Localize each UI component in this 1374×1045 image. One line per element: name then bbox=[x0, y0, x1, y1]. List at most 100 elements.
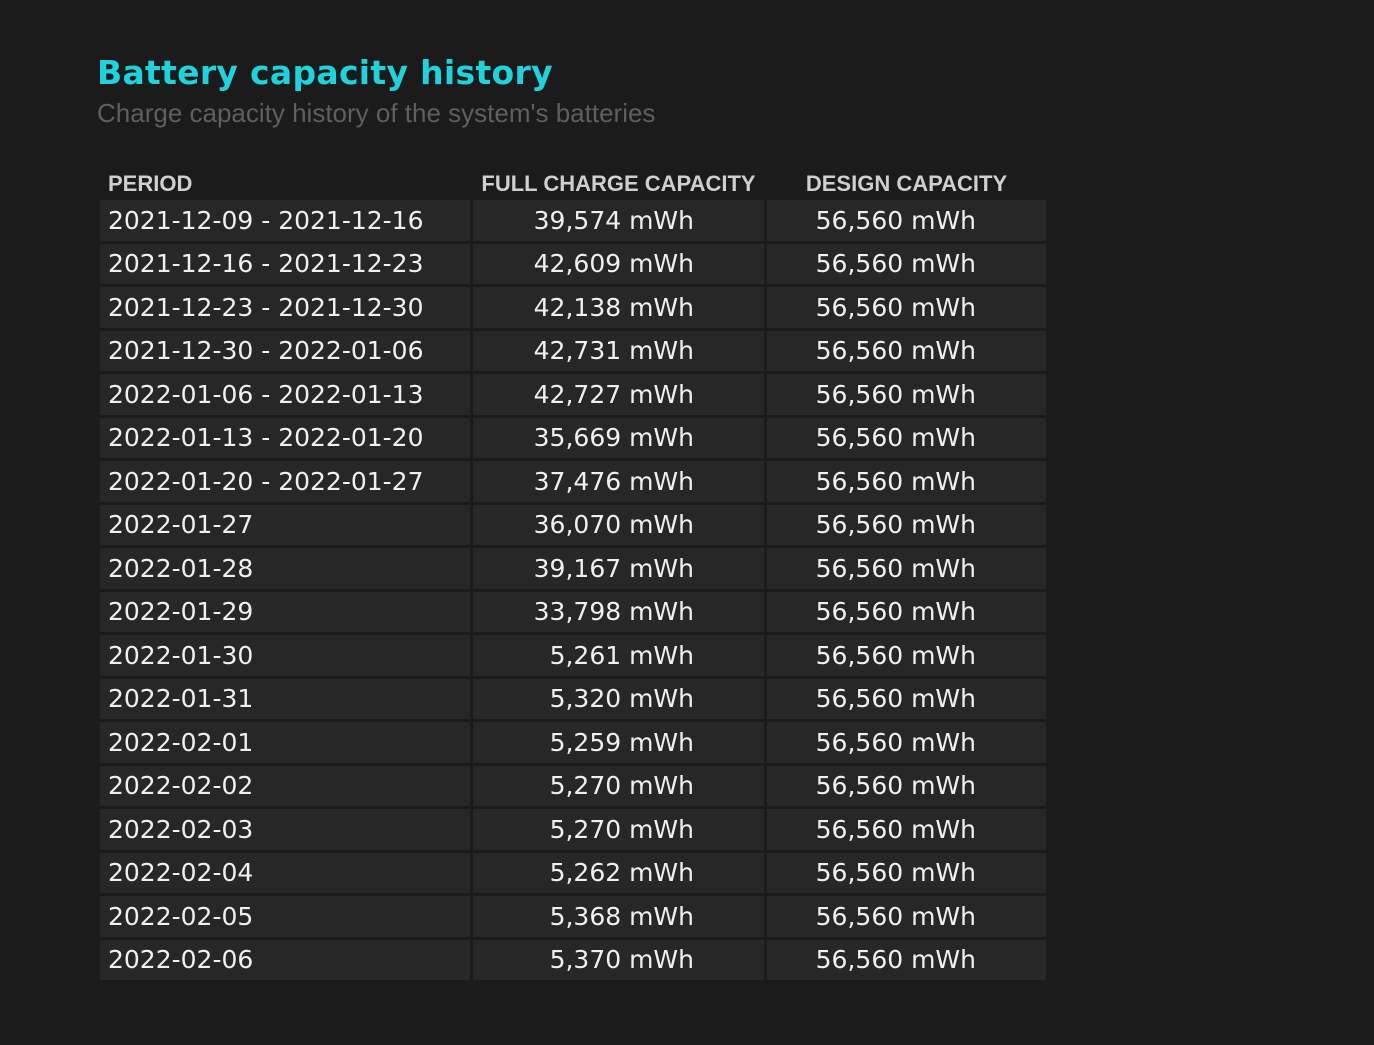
capacity-history-table: PERIOD FULL CHARGE CAPACITY DESIGN CAPAC… bbox=[97, 167, 1049, 983]
table-row: 2021-12-23 - 2021-12-30 42,138 mWh 56,560 … bbox=[100, 287, 1046, 328]
battery-report-section: Battery capacity history Charge capacity… bbox=[97, 50, 1057, 980]
cell-period: 2022-01-29 bbox=[100, 591, 470, 632]
full-charge-capacity-value: 5,270 mWh bbox=[549, 771, 694, 801]
cell-design-capacity: 56,560 mWh bbox=[767, 939, 1046, 980]
cell-period: 2022-02-02 bbox=[100, 765, 470, 806]
table-row: 2022-02-06 5,370 mWh 56,560 mWh bbox=[100, 939, 1046, 980]
design-capacity-value: 56,560 mWh bbox=[815, 336, 976, 366]
design-capacity-value: 56,560 mWh bbox=[815, 684, 976, 714]
design-capacity-value: 56,560 mWh bbox=[815, 510, 976, 540]
cell-full-charge-capacity: 39,574 mWh bbox=[473, 200, 764, 241]
full-charge-capacity-value: 39,574 mWh bbox=[533, 205, 694, 235]
cell-full-charge-capacity: 39,167 mWh bbox=[473, 548, 764, 589]
cell-full-charge-capacity: 5,270 mWh bbox=[473, 809, 764, 850]
full-charge-capacity-value: 42,727 mWh bbox=[533, 379, 694, 409]
column-header-full-charge-capacity: FULL CHARGE CAPACITY bbox=[481, 171, 756, 196]
table-row: 2022-01-29 33,798 mWh 56,560 mWh bbox=[100, 591, 1046, 632]
cell-design-capacity: 56,560 mWh bbox=[767, 809, 1046, 850]
column-header-design-capacity: DESIGN CAPACITY bbox=[805, 171, 1008, 196]
section-subtitle: Charge capacity history of the system's … bbox=[97, 98, 656, 128]
table-row: 2021-12-30 - 2022-01-06 42,731 mWh 56,560 … bbox=[100, 330, 1046, 371]
cell-design-capacity: 56,560 mWh bbox=[767, 765, 1046, 806]
cell-full-charge-capacity: 5,261 mWh bbox=[473, 635, 764, 676]
cell-period: 2022-01-31 bbox=[100, 678, 470, 719]
table-row: 2022-01-20 - 2022-01-27 37,476 mWh 56,560 … bbox=[100, 461, 1046, 502]
cell-period: 2022-01-28 bbox=[100, 548, 470, 589]
full-charge-capacity-value: 5,370 mWh bbox=[549, 945, 694, 975]
cell-full-charge-capacity: 5,320 mWh bbox=[473, 678, 764, 719]
cell-full-charge-capacity: 42,731 mWh bbox=[473, 330, 764, 371]
full-charge-capacity-value: 35,669 mWh bbox=[533, 423, 694, 453]
cell-full-charge-capacity: 42,138 mWh bbox=[473, 287, 764, 328]
cell-full-charge-capacity: 42,727 mWh bbox=[473, 374, 764, 415]
cell-design-capacity: 56,560 mWh bbox=[767, 852, 1046, 893]
table-row: 2021-12-16 - 2021-12-23 42,609 mWh 56,560 … bbox=[100, 243, 1046, 284]
cell-period: 2021-12-16 - 2021-12-23 bbox=[100, 243, 470, 284]
cell-period: 2022-01-13 - 2022-01-20 bbox=[100, 417, 470, 458]
design-capacity-value: 56,560 mWh bbox=[815, 553, 976, 583]
cell-design-capacity: 56,560 mWh bbox=[767, 200, 1046, 241]
cell-period: 2022-02-03 bbox=[100, 809, 470, 850]
cell-full-charge-capacity: 42,609 mWh bbox=[473, 243, 764, 284]
cell-design-capacity: 56,560 mWh bbox=[767, 722, 1046, 763]
cell-full-charge-capacity: 36,070 mWh bbox=[473, 504, 764, 545]
design-capacity-value: 56,560 mWh bbox=[815, 423, 976, 453]
cell-full-charge-capacity: 5,259 mWh bbox=[473, 722, 764, 763]
full-charge-capacity-value: 42,138 mWh bbox=[533, 292, 694, 322]
cell-design-capacity: 56,560 mWh bbox=[767, 591, 1046, 632]
table-row: 2022-01-13 - 2022-01-20 35,669 mWh 56,560 … bbox=[100, 417, 1046, 458]
design-capacity-value: 56,560 mWh bbox=[815, 379, 976, 409]
cell-full-charge-capacity: 5,270 mWh bbox=[473, 765, 764, 806]
cell-full-charge-capacity: 37,476 mWh bbox=[473, 461, 764, 502]
design-capacity-value: 56,560 mWh bbox=[815, 814, 976, 844]
cell-full-charge-capacity: 5,262 mWh bbox=[473, 852, 764, 893]
section-title: Battery capacity history bbox=[97, 53, 553, 92]
full-charge-capacity-value: 5,262 mWh bbox=[549, 858, 694, 888]
design-capacity-value: 56,560 mWh bbox=[815, 597, 976, 627]
cell-design-capacity: 56,560 mWh bbox=[767, 243, 1046, 284]
table-row: 2022-02-04 5,262 mWh 56,560 mWh bbox=[100, 852, 1046, 893]
cell-design-capacity: 56,560 mWh bbox=[767, 504, 1046, 545]
table-row: 2022-01-06 - 2022-01-13 42,727 mWh 56,560 … bbox=[100, 374, 1046, 415]
cell-full-charge-capacity: 5,368 mWh bbox=[473, 896, 764, 937]
cell-design-capacity: 56,560 mWh bbox=[767, 287, 1046, 328]
full-charge-capacity-value: 5,261 mWh bbox=[549, 640, 694, 670]
cell-period: 2022-01-30 bbox=[100, 635, 470, 676]
cell-design-capacity: 56,560 mWh bbox=[767, 461, 1046, 502]
cell-period: 2022-02-04 bbox=[100, 852, 470, 893]
design-capacity-value: 56,560 mWh bbox=[815, 292, 976, 322]
cell-period: 2022-02-01 bbox=[100, 722, 470, 763]
full-charge-capacity-value: 5,270 mWh bbox=[549, 814, 694, 844]
table-row: 2022-02-02 5,270 mWh 56,560 mWh bbox=[100, 765, 1046, 806]
design-capacity-value: 56,560 mWh bbox=[815, 858, 976, 888]
full-charge-capacity-value: 39,167 mWh bbox=[533, 553, 694, 583]
table-body: 2021-12-09 - 2021-12-16 39,574 mWh 56,560 … bbox=[100, 200, 1046, 980]
design-capacity-value: 56,560 mWh bbox=[815, 205, 976, 235]
design-capacity-value: 56,560 mWh bbox=[815, 727, 976, 757]
column-header-period: PERIOD bbox=[108, 171, 193, 196]
table-row: 2022-01-31 5,320 mWh 56,560 mWh bbox=[100, 678, 1046, 719]
cell-full-charge-capacity: 33,798 mWh bbox=[473, 591, 764, 632]
cell-full-charge-capacity: 5,370 mWh bbox=[473, 939, 764, 980]
full-charge-capacity-value: 42,731 mWh bbox=[533, 336, 694, 366]
cell-period: 2022-02-06 bbox=[100, 939, 470, 980]
cell-period: 2021-12-30 - 2022-01-06 bbox=[100, 330, 470, 371]
cell-period: 2021-12-09 - 2021-12-16 bbox=[100, 200, 470, 241]
table-row: 2021-12-09 - 2021-12-16 39,574 mWh 56,560 … bbox=[100, 200, 1046, 241]
full-charge-capacity-value: 36,070 mWh bbox=[533, 510, 694, 540]
full-charge-capacity-value: 42,609 mWh bbox=[533, 249, 694, 279]
full-charge-capacity-value: 5,368 mWh bbox=[549, 901, 694, 931]
full-charge-capacity-value: 33,798 mWh bbox=[533, 597, 694, 627]
cell-design-capacity: 56,560 mWh bbox=[767, 374, 1046, 415]
table-header-row: PERIOD FULL CHARGE CAPACITY DESIGN CAPAC… bbox=[100, 170, 1046, 197]
full-charge-capacity-value: 5,259 mWh bbox=[549, 727, 694, 757]
table-row: 2022-01-27 36,070 mWh 56,560 mWh bbox=[100, 504, 1046, 545]
cell-period: 2022-02-05 bbox=[100, 896, 470, 937]
cell-design-capacity: 56,560 mWh bbox=[767, 417, 1046, 458]
table-row: 2022-01-28 39,167 mWh 56,560 mWh bbox=[100, 548, 1046, 589]
cell-design-capacity: 56,560 mWh bbox=[767, 635, 1046, 676]
cell-period: 2021-12-23 - 2021-12-30 bbox=[100, 287, 470, 328]
cell-design-capacity: 56,560 mWh bbox=[767, 548, 1046, 589]
design-capacity-value: 56,560 mWh bbox=[815, 945, 976, 975]
cell-design-capacity: 56,560 mWh bbox=[767, 330, 1046, 371]
